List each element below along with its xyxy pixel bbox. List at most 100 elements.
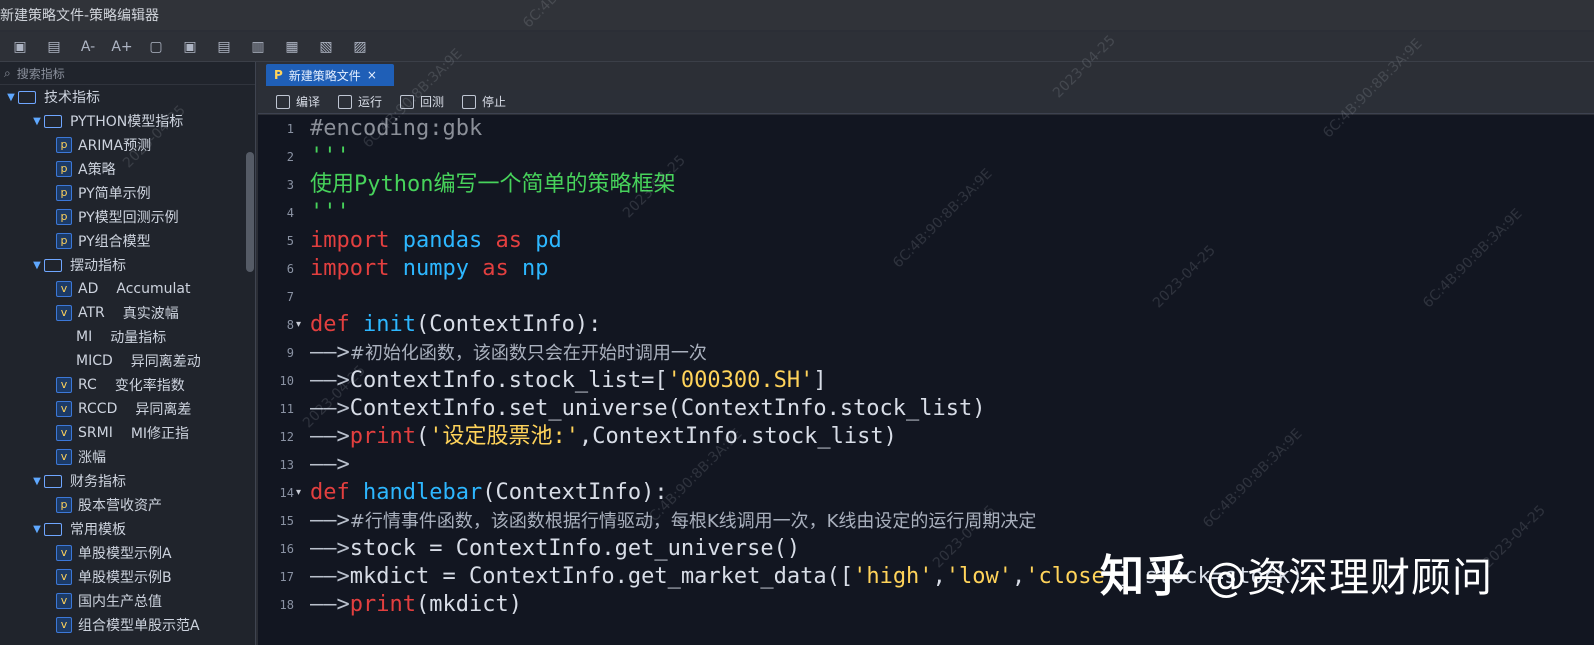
expand-arrow-icon[interactable]: ▼: [30, 116, 44, 127]
indicator-icon: v: [56, 545, 72, 561]
code-token: ——>: [310, 452, 350, 477]
tree-item[interactable]: p PY模型回测示例: [0, 205, 255, 229]
tree-label: 国内生产总值: [78, 594, 162, 610]
tree-scrollbar[interactable]: [246, 152, 254, 272]
tool6-icon[interactable]: ▧: [314, 35, 338, 59]
tree-label: 常用模板: [70, 522, 126, 538]
tree-item[interactable]: v SRMI MI修正指: [0, 421, 255, 445]
code-line[interactable]: ''': [310, 199, 1580, 227]
save-icon[interactable]: ▤: [42, 35, 66, 59]
tree-label: 单股模型示例B: [78, 570, 172, 586]
tree-item[interactable]: v 国内生产总值: [0, 589, 255, 613]
folder-icon: [44, 258, 62, 272]
tool3-icon[interactable]: ▤: [212, 35, 236, 59]
stop-button[interactable]: 停止: [462, 93, 506, 110]
code-line[interactable]: ——>ContextInfo.set_universe(ContextInfo.…: [310, 395, 1580, 423]
tree-folder[interactable]: ▼ 摆动指标: [0, 253, 255, 277]
run-button[interactable]: 运行: [338, 93, 382, 110]
fold-toggle-icon[interactable]: ▾: [296, 487, 308, 498]
indicator-tree: ▼ 技术指标 ▼ PYTHON模型指标 p ARIMA预测 p A策略 p PY简单示例 p PY模型…: [0, 85, 255, 637]
tree-item[interactable]: v AD Accumulat: [0, 277, 255, 301]
compile-button[interactable]: 编译: [276, 93, 320, 110]
tree-item[interactable]: v RCCD 异同离差: [0, 397, 255, 421]
code-line[interactable]: ——>print('设定股票池:',ContextInfo.stock_list…: [310, 423, 1580, 451]
code-line[interactable]: #encoding:gbk: [310, 115, 1580, 143]
tab-strip: P 新建策略文件 ×: [258, 62, 1594, 91]
tool7-icon[interactable]: ▨: [348, 35, 372, 59]
expand-arrow-icon[interactable]: ▼: [4, 92, 18, 103]
tree-item[interactable]: p A策略: [0, 157, 255, 181]
tab-new-strategy-file[interactable]: P 新建策略文件 ×: [266, 64, 394, 86]
line-number: 7: [286, 290, 294, 304]
author-handle: @资深理财顾问: [1206, 555, 1493, 601]
expand-arrow-icon[interactable]: ▼: [30, 260, 44, 271]
code-line[interactable]: ——>ContextInfo.stock_list=['000300.SH']: [310, 367, 1580, 395]
code-token: (: [415, 424, 430, 449]
python-file-icon: p: [56, 497, 72, 513]
code-token: import: [310, 228, 390, 253]
code-line[interactable]: ——>#初始化函数，该函数只会在开始时调用一次: [310, 339, 1580, 367]
code-line[interactable]: ——>#行情事件函数，该函数根据行情驱动，每根K线调用一次，K线由设定的运行周期…: [310, 507, 1580, 535]
python-file-icon: p: [56, 137, 72, 153]
tree-item[interactable]: v 单股模型示例A: [0, 541, 255, 565]
line-number: 14: [279, 486, 294, 500]
tree-folder[interactable]: ▼ PYTHON模型指标: [0, 109, 255, 133]
tree-item[interactable]: MICD 异同离差动: [0, 349, 255, 373]
tree-item[interactable]: v RC 变化率指数: [0, 373, 255, 397]
search-box[interactable]: ⌕ 搜索指标: [0, 62, 255, 85]
tree-item[interactable]: v 组合模型单股示范A: [0, 613, 255, 637]
tree-label: MI: [76, 329, 93, 345]
tree-folder[interactable]: ▼ 技术指标: [0, 85, 255, 109]
expand-arrow-icon[interactable]: ▼: [30, 476, 44, 487]
font-decrease-icon[interactable]: A-: [76, 35, 100, 59]
expand-arrow-icon[interactable]: ▼: [30, 524, 44, 535]
font-increase-icon[interactable]: A+: [110, 35, 134, 59]
indicator-panel: ⌕ 搜索指标 ▼ 技术指标 ▼ PYTHON模型指标 p ARIMA预测 p A策略 p PY简单…: [0, 62, 256, 645]
code-token: 'low': [945, 564, 1013, 589]
tree-item[interactable]: v ATR 真实波幅: [0, 301, 255, 325]
code-line[interactable]: ——>: [310, 451, 1580, 479]
code-token: 使用Python编写一个简单的策略框架: [310, 172, 676, 197]
tree-item[interactable]: MI 动量指标: [0, 325, 255, 349]
code-line[interactable]: def handlebar(ContextInfo):: [310, 479, 1580, 507]
tree-item[interactable]: v 涨幅: [0, 445, 255, 469]
code-line[interactable]: import numpy as np: [310, 255, 1580, 283]
tree-item[interactable]: p 股本营收资产: [0, 493, 255, 517]
tree-label: 摆动指标: [70, 258, 126, 274]
folder-icon: [44, 522, 62, 536]
backtest-button[interactable]: 回测: [400, 93, 444, 110]
indicator-icon: v: [56, 305, 72, 321]
code-line[interactable]: ''': [310, 143, 1580, 171]
compile-label: 编译: [296, 95, 321, 109]
tab-label: 新建策略文件: [288, 68, 361, 83]
code-line[interactable]: import pandas as pd: [310, 227, 1580, 255]
close-icon[interactable]: ×: [367, 68, 377, 82]
indicator-icon: v: [56, 401, 72, 417]
fold-toggle-icon[interactable]: ▾: [296, 319, 308, 330]
tree-label: 财务指标: [70, 474, 126, 490]
tool1-icon[interactable]: ▢: [144, 35, 168, 59]
new-file-icon[interactable]: ▣: [8, 35, 32, 59]
tree-folder[interactable]: ▼ 常用模板: [0, 517, 255, 541]
tool2-icon[interactable]: ▣: [178, 35, 202, 59]
code-line[interactable]: 使用Python编写一个简单的策略框架: [310, 171, 1580, 199]
tree-item[interactable]: p PY简单示例: [0, 181, 255, 205]
stop-label: 停止: [482, 95, 507, 109]
search-icon: ⌕: [4, 65, 11, 80]
tool4-icon[interactable]: ▥: [246, 35, 270, 59]
tree-description: 变化率指数: [114, 378, 185, 394]
code-line[interactable]: def init(ContextInfo):: [310, 311, 1580, 339]
code-token: ContextInfo.set_universe(ContextInfo.sto…: [349, 396, 986, 421]
tree-item[interactable]: p ARIMA预测: [0, 133, 255, 157]
tree-item[interactable]: p PY组合模型: [0, 229, 255, 253]
code-line[interactable]: [310, 283, 1580, 311]
line-number: 4: [286, 206, 294, 220]
tree-label: RCCD: [78, 401, 118, 417]
code-token: ,ContextInfo.stock_list): [578, 424, 897, 449]
code-token: #初始化函数，该函数只会在开始时调用一次: [349, 343, 707, 364]
tool5-icon[interactable]: ▦: [280, 35, 304, 59]
tree-folder[interactable]: ▼ 财务指标: [0, 469, 255, 493]
tree-item[interactable]: v 单股模型示例B: [0, 565, 255, 589]
line-number: 6: [286, 262, 294, 276]
code-token: '设定股票池:': [429, 424, 579, 449]
